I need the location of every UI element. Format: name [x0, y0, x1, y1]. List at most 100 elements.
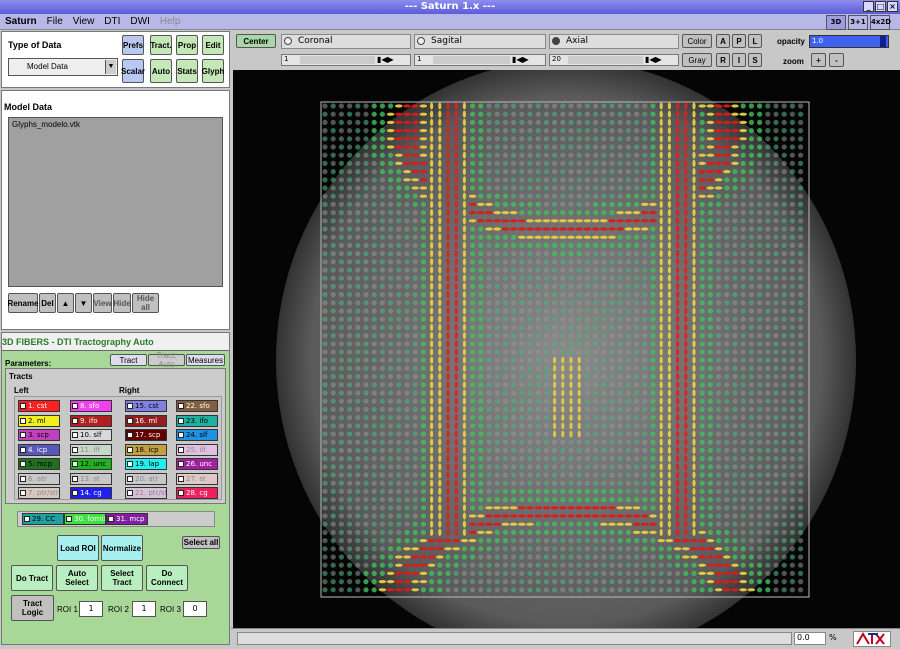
hide-button[interactable]: Hide [113, 293, 131, 313]
orient-a-button[interactable]: A [716, 34, 730, 48]
tab-tract[interactable]: Tract [110, 354, 147, 366]
orient-i-button[interactable]: I [732, 53, 746, 67]
tract-checkbox[interactable]: 20. atr [125, 472, 167, 485]
auto-button[interactable]: Auto [150, 59, 172, 83]
menu-saturn[interactable]: Saturn [0, 16, 42, 27]
tract-checkbox[interactable]: 8. sfo [70, 400, 112, 412]
checkbox-icon[interactable] [178, 446, 184, 453]
checkbox-icon[interactable] [24, 516, 30, 522]
checkbox-icon[interactable] [72, 461, 78, 467]
rename-button[interactable]: Rename [7, 293, 39, 313]
tract-checkbox[interactable]: 28. cg [176, 487, 218, 499]
checkbox-icon[interactable] [108, 516, 114, 522]
checkbox-icon[interactable] [127, 446, 133, 453]
checkbox-icon[interactable] [72, 475, 78, 482]
checkbox-icon[interactable] [72, 432, 78, 438]
tab-measures[interactable]: Measures [186, 354, 225, 366]
menu-help[interactable]: Help [155, 16, 186, 27]
orient-l-button[interactable]: L [748, 34, 762, 48]
checkbox-icon[interactable] [127, 403, 133, 409]
orient-r-button[interactable]: R [716, 53, 730, 67]
tract-checkbox[interactable]: 5. mcp [18, 458, 60, 470]
hide-all-button[interactable]: Hide all [132, 293, 159, 313]
sagital-slider[interactable]: 1 ▮◀▶ [414, 54, 546, 66]
dti-glyph-viewport[interactable] [233, 70, 900, 628]
slider-arrows-icon[interactable]: ▮◀▶ [377, 55, 394, 64]
tract-checkbox[interactable]: 1. cst [18, 400, 60, 412]
tract-checkbox[interactable]: 19. lap [125, 458, 167, 470]
load-roi-button[interactable]: Load ROI [57, 535, 99, 561]
move-up-button[interactable]: ▲ [57, 293, 74, 313]
checkbox-icon[interactable] [127, 432, 133, 438]
view-button[interactable]: View [93, 293, 112, 313]
tract-checkbox[interactable]: 17. scp [125, 429, 167, 441]
orient-s-button[interactable]: S [748, 53, 762, 67]
tract-checkbox[interactable]: 9. ifo [70, 414, 112, 427]
data-type-select[interactable]: Model Data ▼ [8, 58, 118, 76]
tract-checkbox[interactable]: 21. ptr/str [125, 487, 167, 499]
tract-button[interactable]: Tract. [150, 35, 172, 55]
tract-checkbox[interactable]: 26. unc [176, 458, 218, 470]
checkbox-icon[interactable] [20, 417, 26, 424]
checkbox-icon[interactable] [178, 475, 184, 482]
zoom-out-button[interactable]: - [829, 53, 844, 67]
tab-4x2d[interactable]: 4x2D [870, 15, 891, 30]
tract-checkbox[interactable]: 25. ilf [176, 443, 218, 456]
do-connect-button[interactable]: Do Connect [146, 565, 188, 591]
tract-checkbox[interactable]: 2. ml [18, 414, 60, 427]
normalize-button[interactable]: Normalize [101, 535, 143, 561]
menu-dwi[interactable]: DWI [125, 16, 154, 27]
tab-3d[interactable]: 3D [826, 15, 846, 30]
delete-button[interactable]: Del [39, 293, 56, 313]
checkbox-icon[interactable] [127, 490, 133, 496]
tract-checkbox[interactable]: 27. st [176, 472, 218, 485]
checkbox-icon[interactable] [178, 432, 184, 438]
checkbox-icon[interactable] [127, 475, 133, 482]
tract-checkbox[interactable]: 4. icp [18, 443, 60, 456]
menu-dti[interactable]: DTI [99, 16, 125, 27]
tab-tract-auto[interactable]: Tract. Auto [148, 351, 185, 369]
list-item[interactable]: Glyphs_modelo.vtk [9, 118, 222, 131]
coronal-radio[interactable]: Coronal [281, 34, 411, 49]
tract-checkbox[interactable]: 10. slf [70, 429, 112, 441]
sagital-radio[interactable]: Sagital [414, 34, 546, 49]
tract-checkbox[interactable]: 29. CC [22, 513, 64, 525]
checkbox-icon[interactable] [178, 490, 184, 496]
stats-button[interactable]: Stats [176, 59, 198, 83]
checkbox-icon[interactable] [127, 461, 133, 467]
opacity-handle[interactable] [880, 36, 886, 47]
tract-checkbox[interactable]: 14. cg [70, 487, 112, 499]
select-all-button[interactable]: Select all [182, 536, 220, 549]
tract-checkbox[interactable]: 11. ilf [70, 443, 112, 456]
opacity-slider[interactable]: 1.0 [809, 35, 889, 48]
axial-radio[interactable]: Axial [549, 34, 679, 49]
move-down-button[interactable]: ▼ [75, 293, 92, 313]
axial-slider[interactable]: 20 ▮◀▶ [549, 54, 679, 66]
coronal-slider[interactable]: 1 ▮◀▶ [281, 54, 411, 66]
tract-checkbox[interactable]: 23. ifo [176, 414, 218, 427]
zoom-in-button[interactable]: + [811, 53, 826, 67]
tract-checkbox[interactable]: 22. sfo [176, 400, 218, 412]
tract-checkbox[interactable]: 7. ptr/str [18, 487, 60, 499]
checkbox-icon[interactable] [20, 403, 26, 409]
center-button[interactable]: Center [236, 34, 276, 48]
edit-button[interactable]: Edit [202, 35, 224, 55]
glyph-button[interactable]: Glyph [202, 59, 224, 83]
tract-checkbox[interactable]: 3. scp [18, 429, 60, 441]
slider-arrows-icon[interactable]: ▮◀▶ [512, 55, 529, 64]
menu-view[interactable]: View [68, 16, 100, 27]
minimize-button[interactable]: _ [863, 1, 874, 12]
tract-checkbox[interactable]: 31. mcp [106, 513, 148, 525]
checkbox-icon[interactable] [20, 446, 26, 453]
checkbox-icon[interactable] [20, 461, 26, 467]
roi2-input[interactable]: 1 [132, 601, 156, 617]
checkbox-icon[interactable] [20, 490, 26, 496]
tract-checkbox[interactable]: 12. unc [70, 458, 112, 470]
checkbox-icon[interactable] [20, 475, 26, 482]
tract-checkbox[interactable]: 24. slf [176, 429, 218, 441]
prop-button[interactable]: Prop [176, 35, 198, 55]
checkbox-icon[interactable] [127, 417, 133, 424]
checkbox-icon[interactable] [20, 432, 26, 438]
checkbox-icon[interactable] [72, 417, 78, 424]
tract-logic-button[interactable]: Tract Logic [11, 595, 54, 621]
